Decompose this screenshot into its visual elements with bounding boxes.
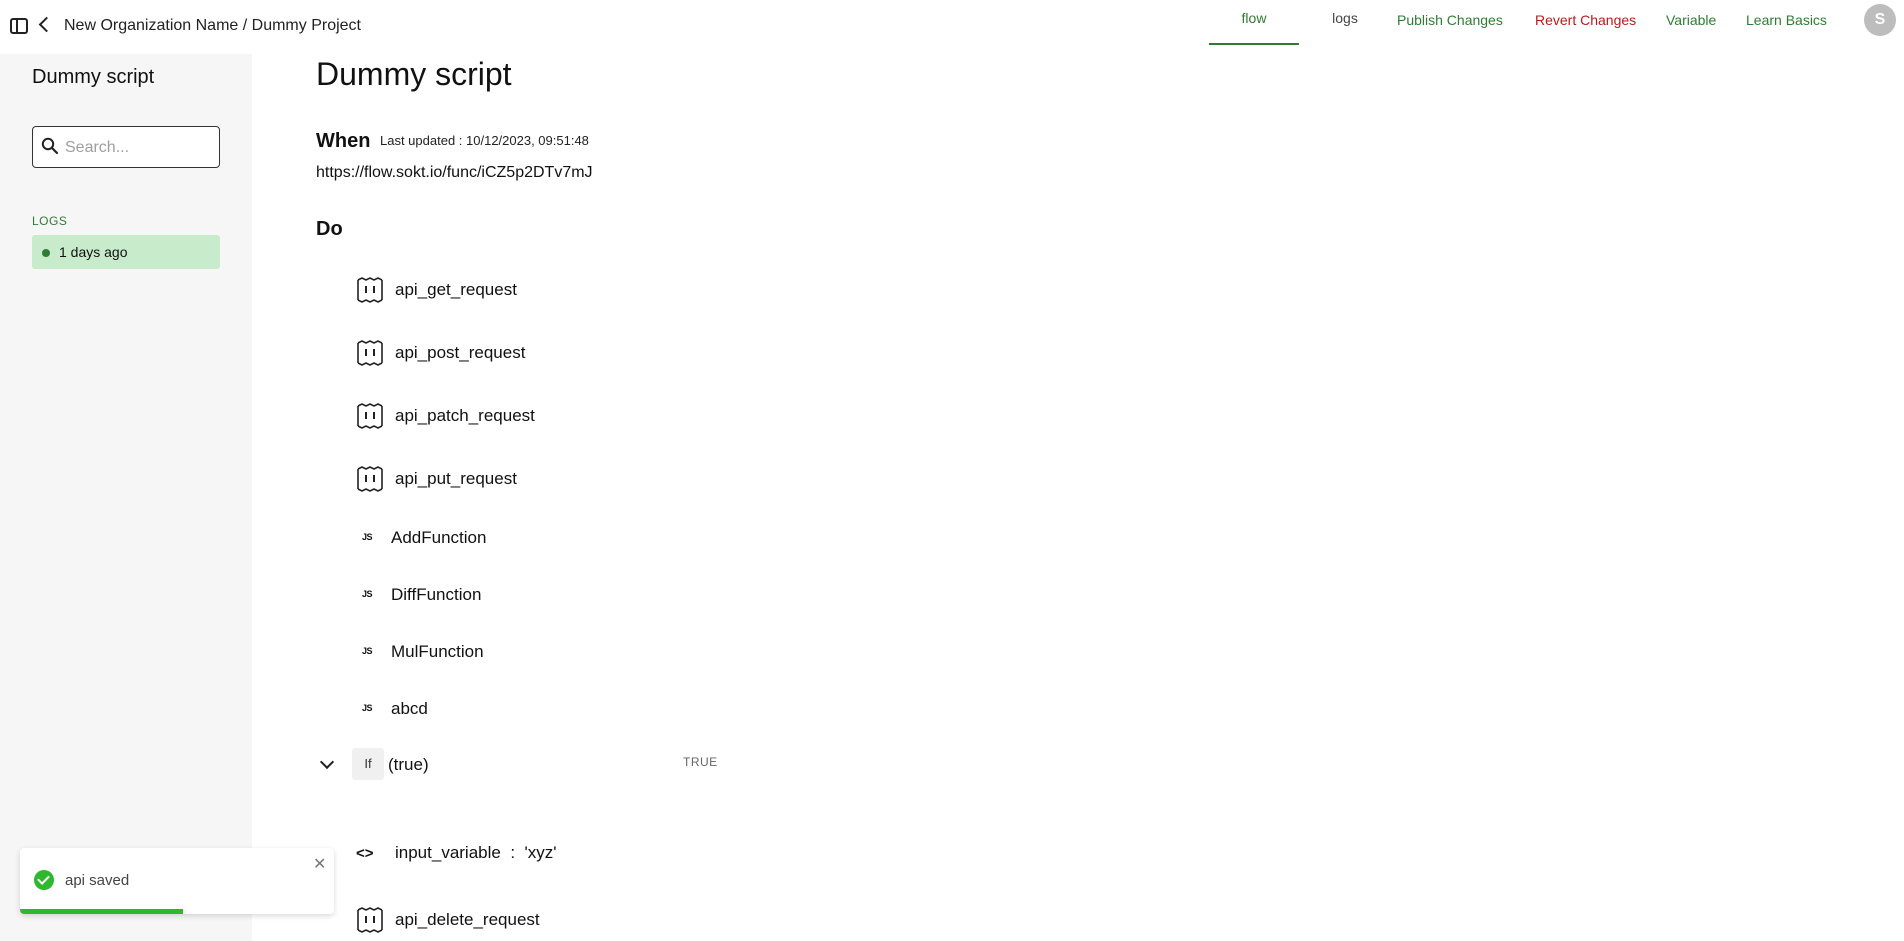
step-row[interactable]: JS abcd xyxy=(356,694,656,724)
sidebar: Dummy script LOGS 1 days ago xyxy=(0,54,252,941)
step-row[interactable]: api_post_request xyxy=(356,338,656,368)
step-row[interactable]: api_get_request xyxy=(356,275,656,305)
log-item[interactable]: 1 days ago xyxy=(32,235,220,269)
breadcrumb[interactable]: New Organization Name / Dummy Project xyxy=(64,17,361,35)
sidebar-toggle-icon[interactable] xyxy=(10,18,28,34)
js-icon: JS xyxy=(362,703,373,713)
variable-separator: : xyxy=(510,843,516,862)
top-bar: New Organization Name / Dummy Project fl… xyxy=(0,0,1904,54)
step-row[interactable]: JS AddFunction xyxy=(356,523,656,553)
learn-basics-button[interactable]: Learn Basics xyxy=(1746,12,1827,28)
toast-notification: api saved ✕ xyxy=(20,848,334,914)
do-heading: Do xyxy=(316,218,343,240)
variable-button[interactable]: Variable xyxy=(1666,12,1716,28)
api-icon xyxy=(357,466,383,492)
step-row[interactable]: JS DiffFunction xyxy=(356,580,656,610)
step-label: api_delete_request xyxy=(395,910,540,929)
step-row[interactable]: api_delete_request xyxy=(356,905,656,935)
search-input[interactable] xyxy=(63,135,217,161)
when-heading: When xyxy=(316,130,371,152)
api-icon xyxy=(357,907,383,933)
step-label: MulFunction xyxy=(391,642,484,661)
step-label: api_post_request xyxy=(395,343,526,362)
api-icon xyxy=(357,403,383,429)
js-icon: JS xyxy=(362,589,373,599)
step-row[interactable]: api_patch_request xyxy=(356,401,656,431)
code-brackets-icon: <> xyxy=(356,845,374,862)
variable-row[interactable]: input_variable : 'xyz' xyxy=(395,843,557,863)
search-box[interactable] xyxy=(32,126,220,168)
if-badge: If xyxy=(352,748,384,780)
step-row[interactable]: api_put_request xyxy=(356,464,656,494)
page-title: Dummy script xyxy=(316,56,512,92)
api-icon xyxy=(357,277,383,303)
check-circle-icon xyxy=(34,870,54,890)
step-label: api_put_request xyxy=(395,469,517,488)
step-label: api_get_request xyxy=(395,280,517,299)
js-icon: JS xyxy=(362,646,373,656)
log-item-label: 1 days ago xyxy=(59,244,128,260)
publish-changes-button[interactable]: Publish Changes xyxy=(1397,12,1503,28)
back-chevron-icon[interactable] xyxy=(38,16,55,33)
last-updated-text: Last updated : 10/12/2023, 09:51:48 xyxy=(380,133,589,148)
logs-heading: LOGS xyxy=(32,214,68,228)
tab-flow[interactable]: flow xyxy=(1209,10,1299,26)
toast-progress-bar xyxy=(20,909,184,914)
step-label: abcd xyxy=(391,699,428,718)
active-tab-indicator xyxy=(1209,43,1299,45)
api-icon xyxy=(357,340,383,366)
variable-name: input_variable xyxy=(395,843,501,862)
step-label: DiffFunction xyxy=(391,585,482,604)
search-icon xyxy=(41,137,59,155)
revert-changes-button[interactable]: Revert Changes xyxy=(1535,12,1636,28)
collapse-chevron-icon[interactable] xyxy=(319,754,335,770)
if-condition[interactable]: (true) xyxy=(388,755,429,775)
avatar[interactable]: S xyxy=(1864,4,1896,36)
variable-value: 'xyz' xyxy=(524,843,557,862)
step-label: AddFunction xyxy=(391,528,487,547)
toast-message: api saved xyxy=(65,872,130,889)
webhook-url[interactable]: https://flow.sokt.io/func/iCZ5p2DTv7mJ xyxy=(316,164,593,182)
step-label: api_patch_request xyxy=(395,406,535,425)
step-row[interactable]: JS MulFunction xyxy=(356,637,656,667)
status-dot-icon xyxy=(42,249,50,257)
tab-logs[interactable]: logs xyxy=(1320,10,1370,26)
if-result-label: TRUE xyxy=(683,755,718,769)
close-icon[interactable]: ✕ xyxy=(313,854,326,874)
js-icon: JS xyxy=(362,532,373,542)
sidebar-title: Dummy script xyxy=(32,66,155,88)
